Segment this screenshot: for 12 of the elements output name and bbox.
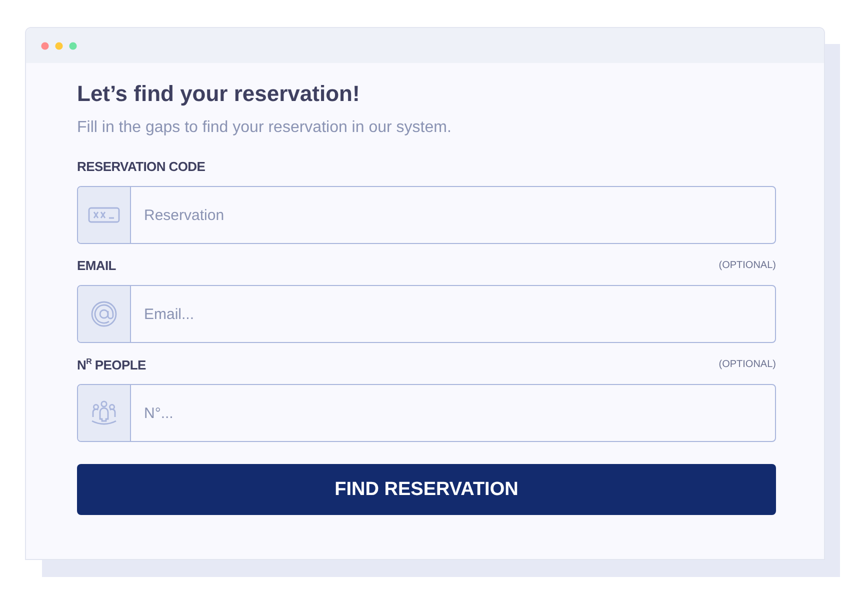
field-label: EMAIL bbox=[77, 258, 116, 273]
code-icon bbox=[88, 207, 120, 223]
field-label: RESERVATION CODE bbox=[77, 159, 206, 174]
optional-note: (OPTIONAL) bbox=[718, 359, 776, 370]
people-icon bbox=[90, 400, 118, 426]
optional-note: (OPTIONAL) bbox=[718, 260, 776, 271]
field-label: N$^{R}$ PEOPLE bbox=[77, 357, 146, 372]
form-subtitle: Fill in the gaps to find your reservation in our system. bbox=[77, 119, 452, 137]
find-reservation-button[interactable]: FIND RESERVATION bbox=[77, 464, 776, 516]
window-controls-icon bbox=[41, 42, 77, 50]
at-sign-icon bbox=[91, 301, 117, 327]
form-title: Let’s find your reservation! bbox=[77, 81, 361, 107]
